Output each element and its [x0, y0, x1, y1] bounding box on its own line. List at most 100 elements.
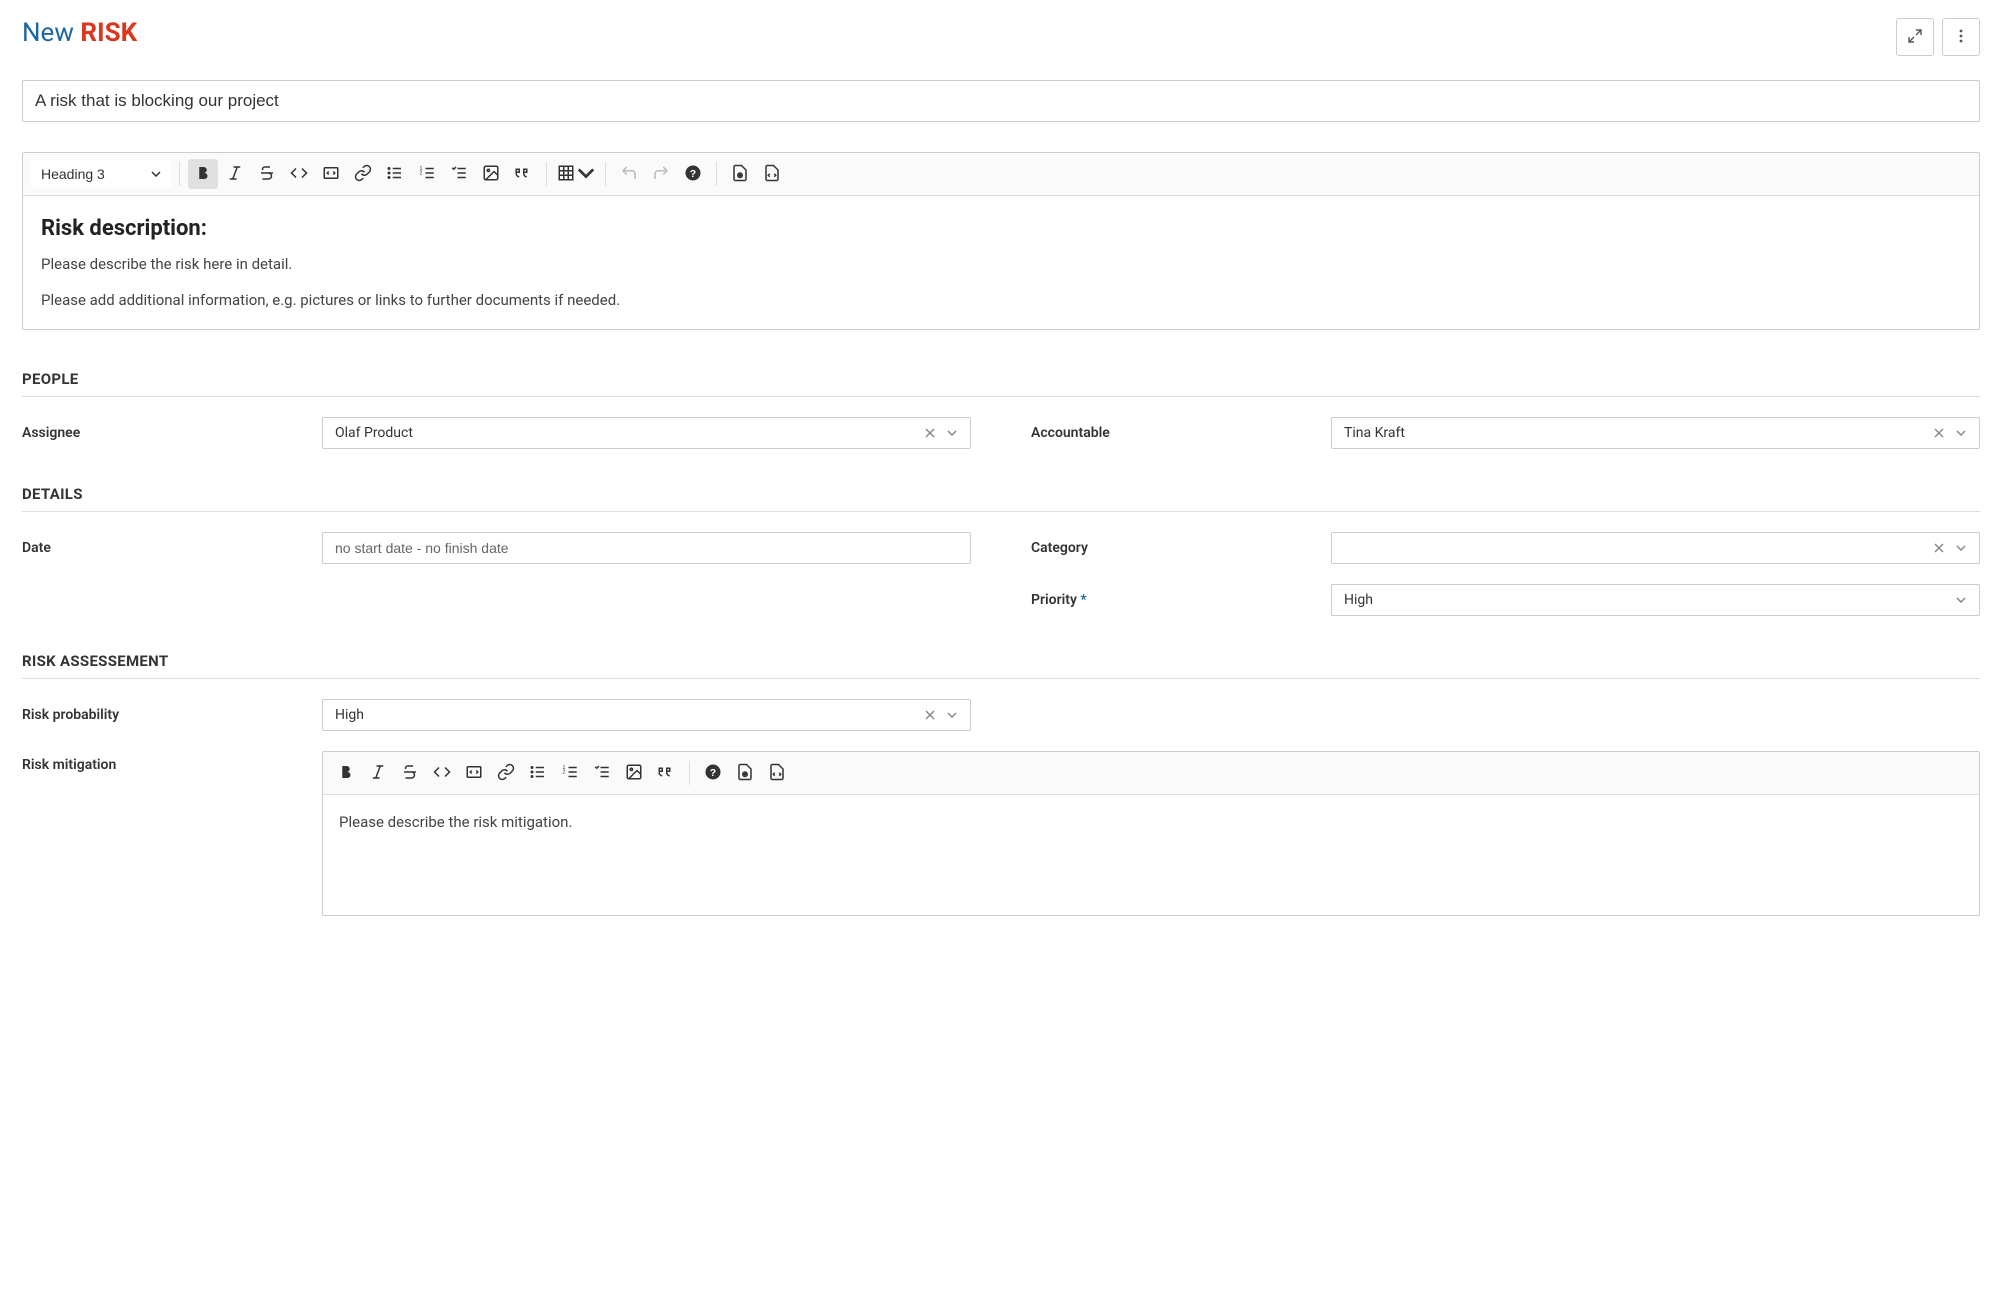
task-list-button[interactable] — [587, 758, 617, 788]
title-new: New — [22, 18, 74, 48]
section-details: DETAILS — [22, 485, 1980, 503]
mitigation-content-area[interactable]: Please describe the risk mitigation. — [323, 795, 1979, 915]
strike-button[interactable] — [252, 159, 282, 189]
chevron-down-icon — [577, 164, 595, 185]
heading-select[interactable]: Heading 3 — [31, 160, 171, 188]
italic-icon — [369, 763, 387, 784]
accountable-label: Accountable — [1031, 425, 1311, 441]
accountable-value: Tina Kraft — [1344, 425, 1405, 441]
code-button[interactable] — [284, 159, 314, 189]
italic-icon — [226, 164, 244, 185]
category-select[interactable] — [1331, 532, 1980, 564]
expand-icon — [1907, 28, 1923, 47]
date-input[interactable] — [322, 532, 971, 564]
code-button[interactable] — [427, 758, 457, 788]
clear-icon[interactable] — [1931, 540, 1947, 556]
editor-toolbar: Heading 3 12 ? — [23, 153, 1979, 196]
table-icon — [557, 164, 575, 185]
section-divider — [22, 678, 1980, 679]
bullet-list-icon — [529, 763, 547, 784]
bold-icon — [194, 164, 212, 185]
preview-icon — [731, 164, 749, 185]
svg-text:?: ? — [710, 766, 716, 778]
toolbar-separator — [689, 761, 690, 785]
editor-content-area[interactable]: Risk description: Please describe the ri… — [23, 196, 1979, 329]
codeblock-button[interactable] — [316, 159, 346, 189]
risk-probability-select[interactable]: High — [322, 699, 971, 731]
task-list-button[interactable] — [444, 159, 474, 189]
assignee-select[interactable]: Olaf Product — [322, 417, 971, 449]
codeblock-button[interactable] — [459, 758, 489, 788]
bold-button[interactable] — [331, 758, 361, 788]
image-icon — [482, 164, 500, 185]
risk-mitigation-label: Risk mitigation — [22, 751, 302, 773]
desc-line1: Please describe the risk here in detail. — [41, 255, 1961, 273]
toolbar-separator — [605, 162, 606, 186]
bullet-list-icon — [386, 164, 404, 185]
strike-button[interactable] — [395, 758, 425, 788]
priority-value: High — [1344, 592, 1373, 608]
accountable-select[interactable]: Tina Kraft — [1331, 417, 1980, 449]
quote-button[interactable] — [651, 758, 681, 788]
help-button[interactable]: ? — [678, 159, 708, 189]
quote-button[interactable] — [508, 159, 538, 189]
help-button[interactable]: ? — [698, 758, 728, 788]
italic-button[interactable] — [363, 758, 393, 788]
image-button[interactable] — [619, 758, 649, 788]
svg-text:?: ? — [690, 167, 696, 179]
code-block-icon — [322, 164, 340, 185]
bullet-list-button[interactable] — [523, 758, 553, 788]
source-button[interactable] — [757, 159, 787, 189]
clear-icon[interactable] — [922, 707, 938, 723]
undo-button[interactable] — [614, 159, 644, 189]
italic-button[interactable] — [220, 159, 250, 189]
date-label: Date — [22, 540, 302, 556]
code-block-icon — [465, 763, 483, 784]
ordered-list-button[interactable]: 12 — [555, 758, 585, 788]
more-button[interactable] — [1942, 18, 1980, 56]
task-list-icon — [450, 164, 468, 185]
image-button[interactable] — [476, 159, 506, 189]
toolbar-separator — [179, 162, 180, 186]
toolbar-separator — [546, 162, 547, 186]
link-button[interactable] — [491, 758, 521, 788]
risk-probability-label: Risk probability — [22, 707, 302, 723]
link-button[interactable] — [348, 159, 378, 189]
undo-icon — [620, 164, 638, 185]
redo-icon — [652, 164, 670, 185]
task-list-icon — [593, 763, 611, 784]
desc-line2: Please add additional information, e.g. … — [41, 291, 1961, 309]
svg-text:2: 2 — [563, 769, 566, 775]
svg-text:2: 2 — [420, 170, 423, 176]
preview-button[interactable] — [725, 159, 755, 189]
source-button[interactable] — [762, 758, 792, 788]
strikethrough-icon — [258, 164, 276, 185]
redo-button[interactable] — [646, 159, 676, 189]
priority-select[interactable]: High — [1331, 584, 1980, 616]
preview-button[interactable] — [730, 758, 760, 788]
table-button[interactable] — [555, 159, 597, 189]
clear-icon[interactable] — [922, 425, 938, 441]
help-icon: ? — [704, 763, 722, 784]
expand-button[interactable] — [1896, 18, 1934, 56]
bullet-list-button[interactable] — [380, 159, 410, 189]
title-type: RISK — [80, 18, 137, 48]
priority-label: Priority * — [1031, 592, 1311, 608]
bold-button[interactable] — [188, 159, 218, 189]
bold-icon — [337, 763, 355, 784]
source-icon — [763, 164, 781, 185]
quote-icon — [514, 164, 532, 185]
mitigation-editor: 12 ? Please describe the risk mitigation… — [322, 751, 1980, 916]
ordered-list-button[interactable]: 12 — [412, 159, 442, 189]
image-icon — [625, 763, 643, 784]
chevron-down-icon — [1953, 592, 1969, 608]
mitigation-text: Please describe the risk mitigation. — [339, 813, 1963, 831]
chevron-down-icon — [1953, 540, 1969, 556]
page-title: New RISK — [22, 18, 137, 48]
title-input[interactable] — [22, 80, 1980, 122]
quote-icon — [657, 763, 675, 784]
clear-icon[interactable] — [1931, 425, 1947, 441]
link-icon — [354, 164, 372, 185]
more-vertical-icon — [1953, 28, 1969, 47]
category-label: Category — [1031, 540, 1311, 556]
